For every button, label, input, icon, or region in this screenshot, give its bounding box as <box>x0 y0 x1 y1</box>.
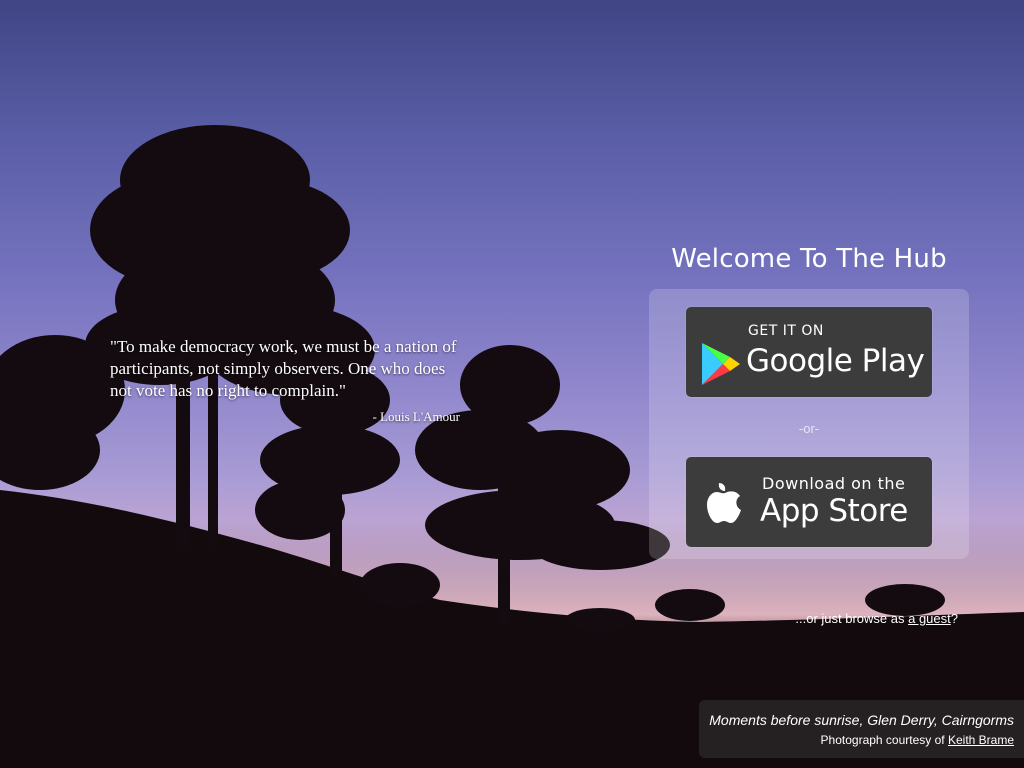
google-play-label: Google Play <box>746 343 925 379</box>
guest-browse-line: ...or just browse as a guest? <box>795 611 958 626</box>
app-store-label: App Store <box>760 493 908 529</box>
photo-credit-prefix: Photograph courtesy of <box>820 733 948 747</box>
guest-prefix: ...or just browse as <box>795 611 909 626</box>
quote-author: - Louis L'Amour <box>372 409 460 424</box>
store-panel: GET IT ON Google Play -or- Download on t… <box>649 289 969 559</box>
landing-page: "To make democracy work, we must be a na… <box>0 0 1024 768</box>
apple-icon <box>707 483 741 523</box>
app-store-button[interactable]: Download on the App Store <box>686 457 932 547</box>
guest-link[interactable]: a guest <box>908 611 951 626</box>
or-separator: -or- <box>798 421 820 436</box>
quote-text: "To make democracy work, we must be a na… <box>110 337 457 400</box>
google-play-icon <box>702 343 740 385</box>
photo-caption-title: Moments before sunrise, Glen Derry, Cair… <box>709 712 1014 728</box>
welcome-title: Welcome To The Hub <box>671 244 947 274</box>
quote-block: "To make democracy work, we must be a na… <box>110 336 460 428</box>
photo-caption: Moments before sunrise, Glen Derry, Cair… <box>699 700 1024 758</box>
google-play-button[interactable]: GET IT ON Google Play <box>686 307 932 397</box>
google-play-small-label: GET IT ON <box>748 323 824 339</box>
photographer-link[interactable]: Keith Brame <box>948 733 1014 747</box>
app-store-small-label: Download on the <box>762 474 906 493</box>
photo-credit: Photograph courtesy of Keith Brame <box>709 732 1014 748</box>
guest-suffix: ? <box>950 611 958 626</box>
